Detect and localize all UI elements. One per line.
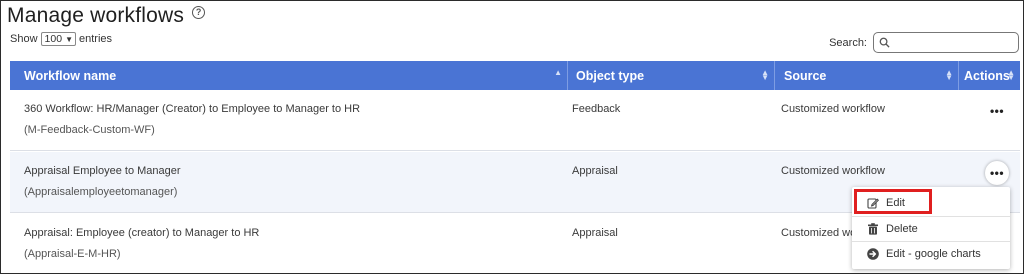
column-header-label: Object type	[576, 68, 645, 83]
more-actions-button[interactable]: •••	[985, 99, 1009, 123]
edit-highlight-box	[854, 189, 932, 214]
object-type-cell: Feedback	[572, 103, 621, 115]
menu-item-label: Delete	[886, 222, 918, 235]
workflow-code: (Appraisalemployeetomanager)	[24, 186, 178, 198]
workflow-name: Appraisal: Employee (creator) to Manager…	[24, 227, 260, 239]
trash-icon	[868, 222, 878, 235]
sort-icon: ▲ ▼	[1007, 68, 1015, 82]
sort-icon: ▲	[554, 68, 562, 77]
menu-item-edit-google-charts[interactable]: Edit - google charts	[852, 241, 1010, 265]
column-header-source[interactable]: Source ▲ ▼	[775, 61, 959, 90]
entries-select[interactable]: 100 ▼	[40, 32, 76, 46]
table-header: Workflow name ▲ Object type ▲ ▼ Source ▲ ▼…	[10, 61, 1020, 90]
column-header-object-type[interactable]: Object type ▲ ▼	[568, 61, 775, 90]
workflow-code: (Appraisal-E-M-HR)	[24, 248, 121, 260]
workflow-name: Appraisal Employee to Manager	[24, 165, 181, 177]
table-row[interactable]: 360 Workflow: HR/Manager (Creator) to Em…	[10, 90, 1020, 151]
object-type-cell: Appraisal	[572, 165, 618, 177]
search-control: Search:	[829, 32, 1019, 53]
column-header-actions[interactable]: Actions ▲ ▼	[959, 61, 1020, 90]
menu-item-label: Edit - google charts	[886, 247, 981, 260]
search-label: Search:	[829, 36, 867, 49]
more-actions-button[interactable]: •••	[985, 161, 1009, 185]
source-cell: Customized workflow	[781, 165, 885, 177]
search-icon	[879, 37, 890, 48]
column-header-label: Actions	[964, 68, 1010, 83]
workflow-name-cell: 360 Workflow: HR/Manager (Creator) to Em…	[24, 103, 360, 136]
sort-icon: ▲ ▼	[761, 68, 769, 82]
workflow-name: 360 Workflow: HR/Manager (Creator) to Em…	[24, 103, 361, 115]
page-title: Manage workflows	[7, 4, 185, 27]
object-type-cell: Appraisal	[572, 227, 618, 239]
column-header-label: Workflow name	[24, 68, 117, 83]
search-box[interactable]	[873, 32, 1019, 53]
arrow-circle-icon	[867, 247, 879, 260]
entries-length-control: Show 100 ▼ entries	[10, 32, 112, 46]
workflow-name-cell: Appraisal: Employee (creator) to Manager…	[24, 227, 259, 260]
column-header-workflow-name[interactable]: Workflow name ▲	[10, 61, 568, 90]
search-input[interactable]	[874, 33, 1018, 52]
entries-label: entries	[78, 33, 113, 45]
source-cell: Customized workflow	[781, 103, 885, 115]
chevron-down-icon: ▼	[65, 34, 73, 44]
entries-select-value: 100	[44, 33, 63, 45]
workflow-code: (M-Feedback-Custom-WF)	[24, 124, 155, 136]
sort-icon: ▲ ▼	[945, 68, 953, 82]
menu-item-delete[interactable]: Delete	[852, 216, 1010, 240]
title-row: Manage workflows ?	[7, 4, 206, 28]
show-label: Show	[10, 33, 38, 45]
column-header-label: Source	[784, 68, 827, 83]
help-icon[interactable]: ?	[192, 5, 206, 19]
workflow-name-cell: Appraisal Employee to Manager (Appraisal…	[24, 165, 181, 198]
page-frame: Manage workflows ? Show 100 ▼ entries Se…	[0, 0, 1024, 274]
